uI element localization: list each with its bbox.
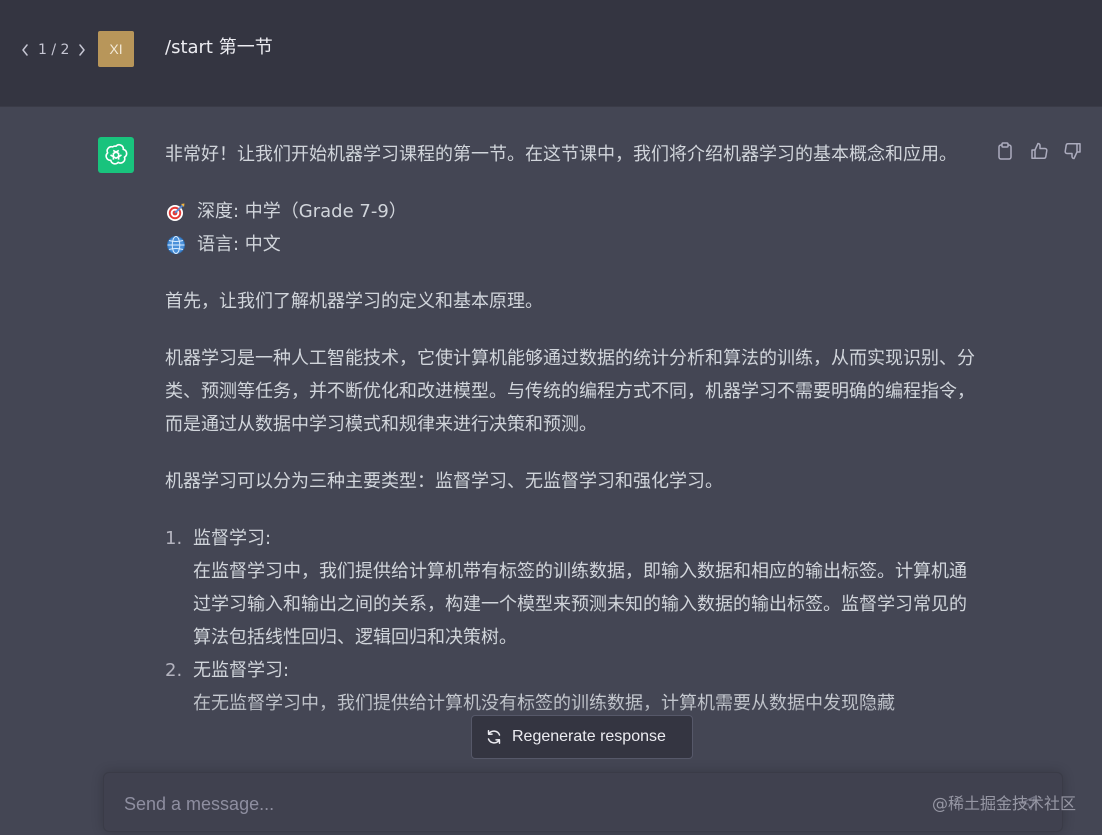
openai-logo-icon [105,144,128,165]
list-item-body: 在监督学习中，我们提供给计算机带有标签的训练数据，即输入数据和相应的输出标签。计… [193,561,967,648]
assistant-message-content: 非常好！让我们开始机器学习课程的第一节。在这节课中，我们将介绍机器学习的基本概念… [165,138,975,720]
depth-label: 深度: 中学（Grade 7-9） [197,201,407,222]
learning-types-list: 1. 监督学习: 在监督学习中，我们提供给计算机带有标签的训练数据，即输入数据和… [165,522,975,720]
dart-target-icon [165,201,187,223]
thumbs-down-icon [1064,142,1081,160]
depth-line: 深度: 中学（Grade 7-9） [165,195,975,228]
prev-response-button[interactable] [18,40,32,60]
response-pager: 1 / 2 [18,40,89,60]
assistant-avatar [98,137,134,173]
globe-icon [165,234,187,256]
chevron-right-icon [79,44,86,56]
user-message-row: 1 / 2 XI /start 第一节 [0,0,1102,107]
regenerate-response-button[interactable]: Regenerate response [471,715,693,759]
list-item-number: 2. [165,660,183,681]
list-item-title: 监督学习: [193,528,272,549]
language-label: 语言: 中文 [197,234,281,255]
list-item: 1. 监督学习: 在监督学习中，我们提供给计算机带有标签的训练数据，即输入数据和… [165,522,975,654]
thumbs-up-icon [1031,142,1048,160]
paragraph-definition: 首先，让我们了解机器学习的定义和基本原理。 [165,291,543,312]
user-message-text: /start 第一节 [165,37,273,58]
thumbs-up-button[interactable] [1028,140,1050,162]
lesson-meta: 深度: 中学（Grade 7-9） 语言: 中文 [165,195,975,261]
pager-count: 1 / 2 [38,42,70,58]
message-input[interactable] [122,787,906,821]
paragraph-types: 机器学习可以分为三种主要类型：监督学习、无监督学习和强化学习。 [165,471,723,492]
clipboard-icon [998,142,1012,160]
paragraph-explanation: 机器学习是一种人工智能技术，它使计算机能够通过数据的统计分析和算法的训练，从而实… [165,348,975,435]
user-avatar: XI [98,31,134,67]
language-line: 语言: 中文 [165,228,975,261]
watermark: @稀土掘金技术社区 [931,794,1076,813]
refresh-icon [486,729,502,745]
intro-paragraph: 非常好！让我们开始机器学习课程的第一节。在这节课中，我们将介绍机器学习的基本概念… [165,144,957,165]
next-response-button[interactable] [75,40,89,60]
copy-button[interactable] [994,140,1016,162]
chevron-left-icon [22,44,28,56]
regenerate-label: Regenerate response [512,728,666,745]
message-actions [994,140,1084,162]
thumbs-down-button[interactable] [1062,140,1084,162]
list-item: 2. 无监督学习: 在无监督学习中，我们提供给计算机没有标签的训练数据，计算机需… [165,654,975,720]
list-item-number: 1. [165,528,183,549]
message-composer [103,772,1063,832]
list-item-title: 无监督学习: [193,660,290,681]
